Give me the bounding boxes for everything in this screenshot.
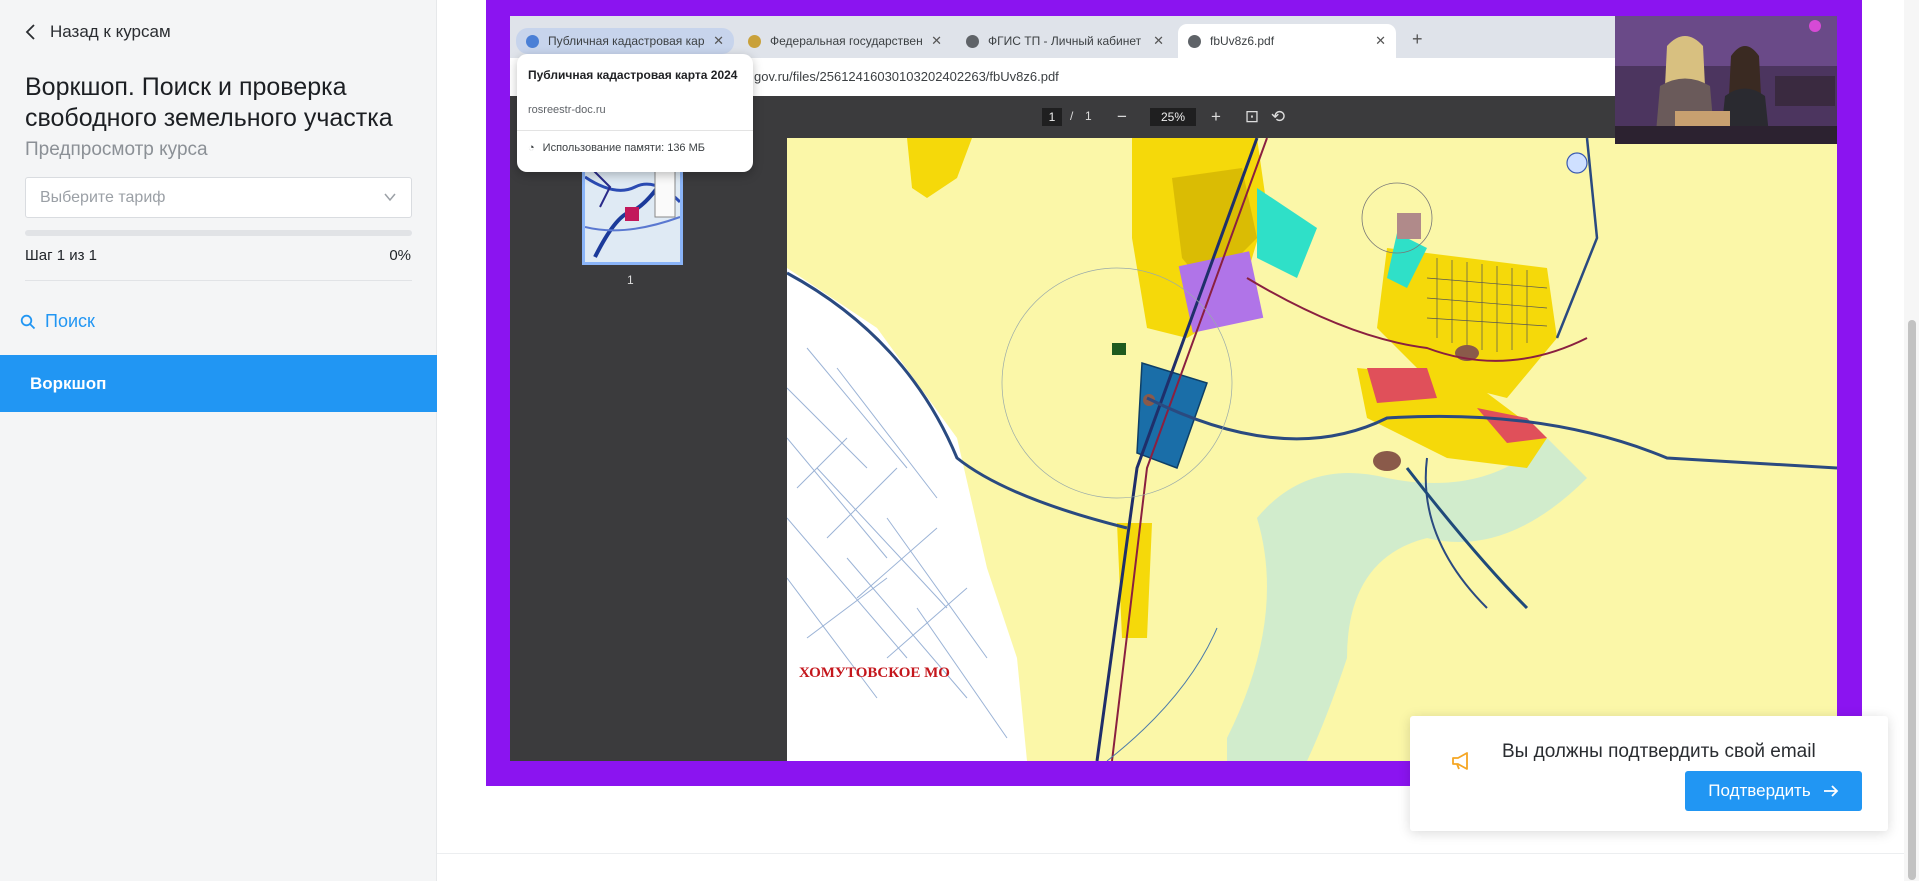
course-title: Воркшоп. Поиск и проверка свободного зем… — [25, 73, 393, 132]
webcam-overlay — [1615, 16, 1837, 144]
zoom-out-icon: − — [1117, 107, 1127, 126]
browser-tab-label: fbUv8z6.pdf — [1210, 34, 1275, 48]
chevron-down-icon — [384, 193, 396, 202]
chevron-left-icon — [25, 24, 35, 40]
plus-icon: + — [1412, 29, 1423, 49]
pdf-zoom-level: 25% — [1150, 108, 1196, 126]
browser-tab-fgis: ФГИС ТП - Личный кабинет ✕ — [956, 24, 1174, 58]
browser-tab-federal: Федеральная государствен ✕ — [738, 24, 952, 58]
globe-blue-icon — [526, 34, 539, 48]
tariff-select[interactable]: Выберите тариф — [25, 177, 412, 218]
browser-tab-pdf: fbUv8z6.pdf ✕ — [1178, 24, 1396, 58]
hover-card-title: Публичная кадастровая карта 2024 — [528, 68, 738, 82]
scrollbar-thumb[interactable] — [1908, 320, 1916, 880]
video-screen: Публичная кадастровая кар ✕ Федеральная … — [510, 16, 1837, 761]
confirm-button-label: Подтвердить — [1708, 781, 1811, 800]
emblem-icon — [748, 34, 761, 48]
step-counter: Шаг 1 из 1 — [25, 247, 98, 264]
search-link-label: Поиск — [45, 311, 95, 331]
sidebar-divider — [25, 280, 412, 281]
lesson-item-workshop[interactable]: Воркшоп — [0, 355, 437, 412]
pdf-thumbnail-panel: 1 — [510, 138, 787, 761]
tariff-placeholder: Выберите тариф — [40, 188, 166, 206]
rotate-icon: ⟲ — [1270, 107, 1286, 126]
memory-usage-text: Использование памяти: 136 МБ — [542, 142, 705, 154]
globe-icon — [1188, 34, 1201, 48]
hover-card-domain: rosreestr-doc.ru — [528, 104, 606, 116]
tab-hover-card: Публичная кадастровая карта 2024 rosrees… — [517, 54, 753, 172]
pdf-page-separator: / — [1070, 109, 1074, 123]
zoom-in-icon: + — [1211, 107, 1221, 126]
pdf-thumbnail-number: 1 — [627, 273, 634, 287]
email-confirm-notification: Вы должны подтвердить свой email Подтвер… — [1410, 716, 1888, 831]
video-player[interactable]: Публичная кадастровая кар ✕ Федеральная … — [486, 0, 1862, 786]
map-region-label: ХОМУТОВСКОЕ МО — [799, 665, 950, 681]
course-progress-bar — [25, 230, 412, 236]
close-icon: ✕ — [713, 33, 724, 48]
search-icon — [20, 314, 36, 329]
gauge-icon: ◔ — [528, 142, 535, 154]
fit-page-icon: ⊡ — [1244, 107, 1260, 126]
browser-tab-bar: Публичная кадастровая кар ✕ Федеральная … — [510, 16, 1615, 58]
notification-message: Вы должны подтвердить свой email — [1502, 741, 1816, 762]
course-sidebar: Назад к курсам Воркшоп. Поиск и проверка… — [0, 0, 437, 881]
browser-tab-cadastral-map: Публичная кадастровая кар ✕ — [516, 28, 734, 54]
pdf-page-input: 1 — [1042, 108, 1062, 126]
page-scrollbar[interactable] — [1904, 0, 1919, 881]
close-icon: ✕ — [1153, 33, 1164, 48]
pdf-page-total: 1 — [1085, 109, 1092, 123]
megaphone-icon — [1452, 752, 1468, 770]
progress-percent: 0% — [389, 247, 411, 264]
back-link-label: Назад к курсам — [50, 22, 171, 41]
confirm-email-button[interactable]: Подтвердить — [1685, 771, 1862, 811]
close-icon: ✕ — [1375, 33, 1386, 48]
hover-card-memory: ◔ Использование памяти: 136 МБ — [528, 142, 705, 154]
browser-url: gov.ru/files/25612416030103202402263/fbU… — [754, 69, 1059, 84]
arrow-right-icon — [1823, 785, 1838, 797]
browser-tab-label: Федеральная государствен — [770, 34, 923, 48]
course-subtitle: Предпросмотр курса — [25, 139, 208, 160]
search-link[interactable]: Поиск — [20, 311, 95, 332]
back-to-courses-link[interactable]: Назад к курсам — [24, 22, 171, 42]
browser-tab-label: ФГИС ТП - Личный кабинет — [988, 34, 1142, 48]
browser-tab-label: Публичная кадастровая кар — [548, 34, 705, 48]
close-icon: ✕ — [931, 33, 942, 48]
hover-card-divider — [517, 130, 753, 131]
globe-icon — [966, 34, 979, 48]
content-bottom-divider — [437, 853, 1904, 854]
pdf-map-page: ХОМУТОВСКОЕ МО — [787, 138, 1837, 761]
